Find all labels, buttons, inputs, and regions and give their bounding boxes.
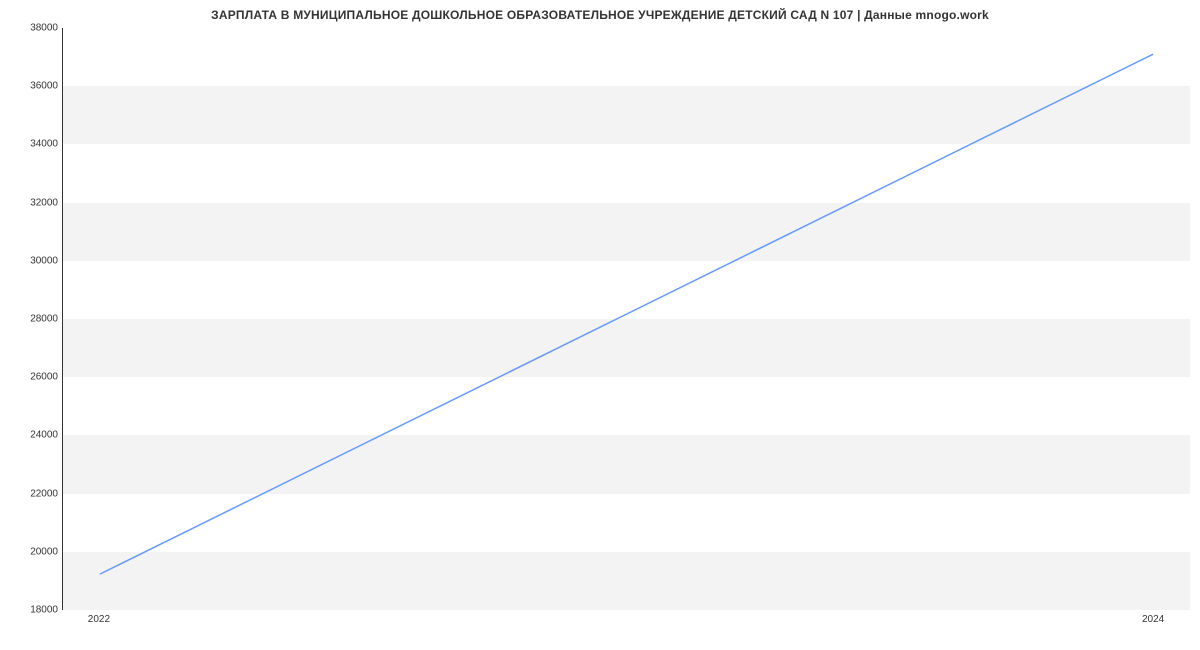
x-tick-label: 2024 — [1142, 614, 1164, 625]
plot-area — [62, 28, 1190, 610]
x-tick-label: 2022 — [88, 614, 110, 625]
y-tick-label: 32000 — [8, 197, 58, 208]
y-tick-label: 30000 — [8, 255, 58, 266]
y-tick-label: 22000 — [8, 488, 58, 499]
y-tick-label: 20000 — [8, 546, 58, 557]
series-line — [100, 54, 1153, 574]
y-tick-label: 34000 — [8, 139, 58, 150]
y-tick-label: 28000 — [8, 314, 58, 325]
y-tick-label: 26000 — [8, 372, 58, 383]
y-tick-label: 38000 — [8, 23, 58, 34]
chart-container: ЗАРПЛАТА В МУНИЦИПАЛЬНОЕ ДОШКОЛЬНОЕ ОБРА… — [0, 0, 1200, 650]
chart-title: ЗАРПЛАТА В МУНИЦИПАЛЬНОЕ ДОШКОЛЬНОЕ ОБРА… — [0, 8, 1200, 22]
line-series — [63, 28, 1190, 609]
y-tick-label: 24000 — [8, 430, 58, 441]
y-tick-label: 18000 — [8, 605, 58, 616]
y-tick-label: 36000 — [8, 81, 58, 92]
